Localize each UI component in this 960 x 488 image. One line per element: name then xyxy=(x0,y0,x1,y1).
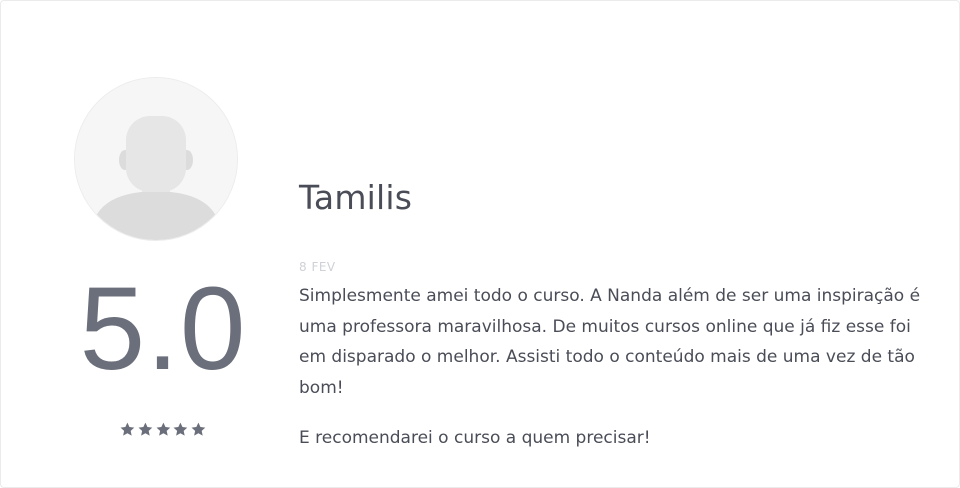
star-icon xyxy=(138,422,153,436)
rating-stars xyxy=(119,421,207,441)
review-date: 8 FEV xyxy=(299,260,336,274)
star-icon xyxy=(173,422,188,436)
reviewer-name: Tamilis xyxy=(299,178,413,217)
review-paragraph: E recomendarei o curso a quem precisar! xyxy=(299,428,651,448)
star-icon xyxy=(191,422,206,436)
review-card: 5.0 Tamilis 8 FEV Simplesmente amei todo… xyxy=(0,0,960,488)
star-icon xyxy=(156,422,170,436)
rating-score: 5.0 xyxy=(79,263,247,395)
review-text: Simplesmente amei todo o curso. A Nanda … xyxy=(299,281,939,454)
star-icon xyxy=(120,422,135,436)
review-paragraph: Simplesmente amei todo o curso. A Nanda … xyxy=(299,286,921,398)
user-avatar-icon xyxy=(74,77,238,241)
